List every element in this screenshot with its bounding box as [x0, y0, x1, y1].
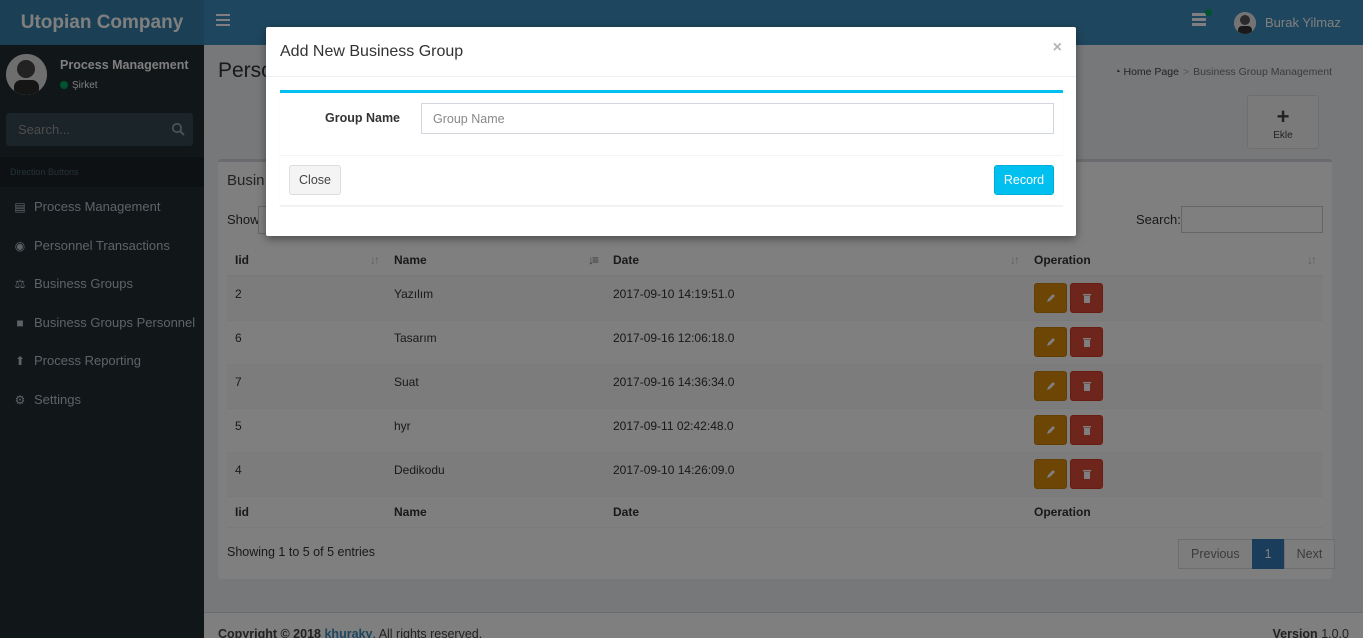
record-button[interactable]: Record — [994, 165, 1054, 195]
group-name-label: Group Name — [325, 111, 401, 125]
group-form: Group Name Close Record — [280, 90, 1063, 206]
modal-title: Add New Business Group — [280, 43, 464, 60]
modal-divider — [266, 76, 1076, 77]
modal-footer: Close Record — [280, 155, 1063, 205]
add-business-group-modal: Add New Business Group × Group Name Clos… — [266, 27, 1076, 236]
close-button[interactable]: Close — [289, 165, 341, 195]
close-icon[interactable]: × — [1053, 40, 1062, 56]
group-name-input[interactable] — [421, 103, 1054, 134]
